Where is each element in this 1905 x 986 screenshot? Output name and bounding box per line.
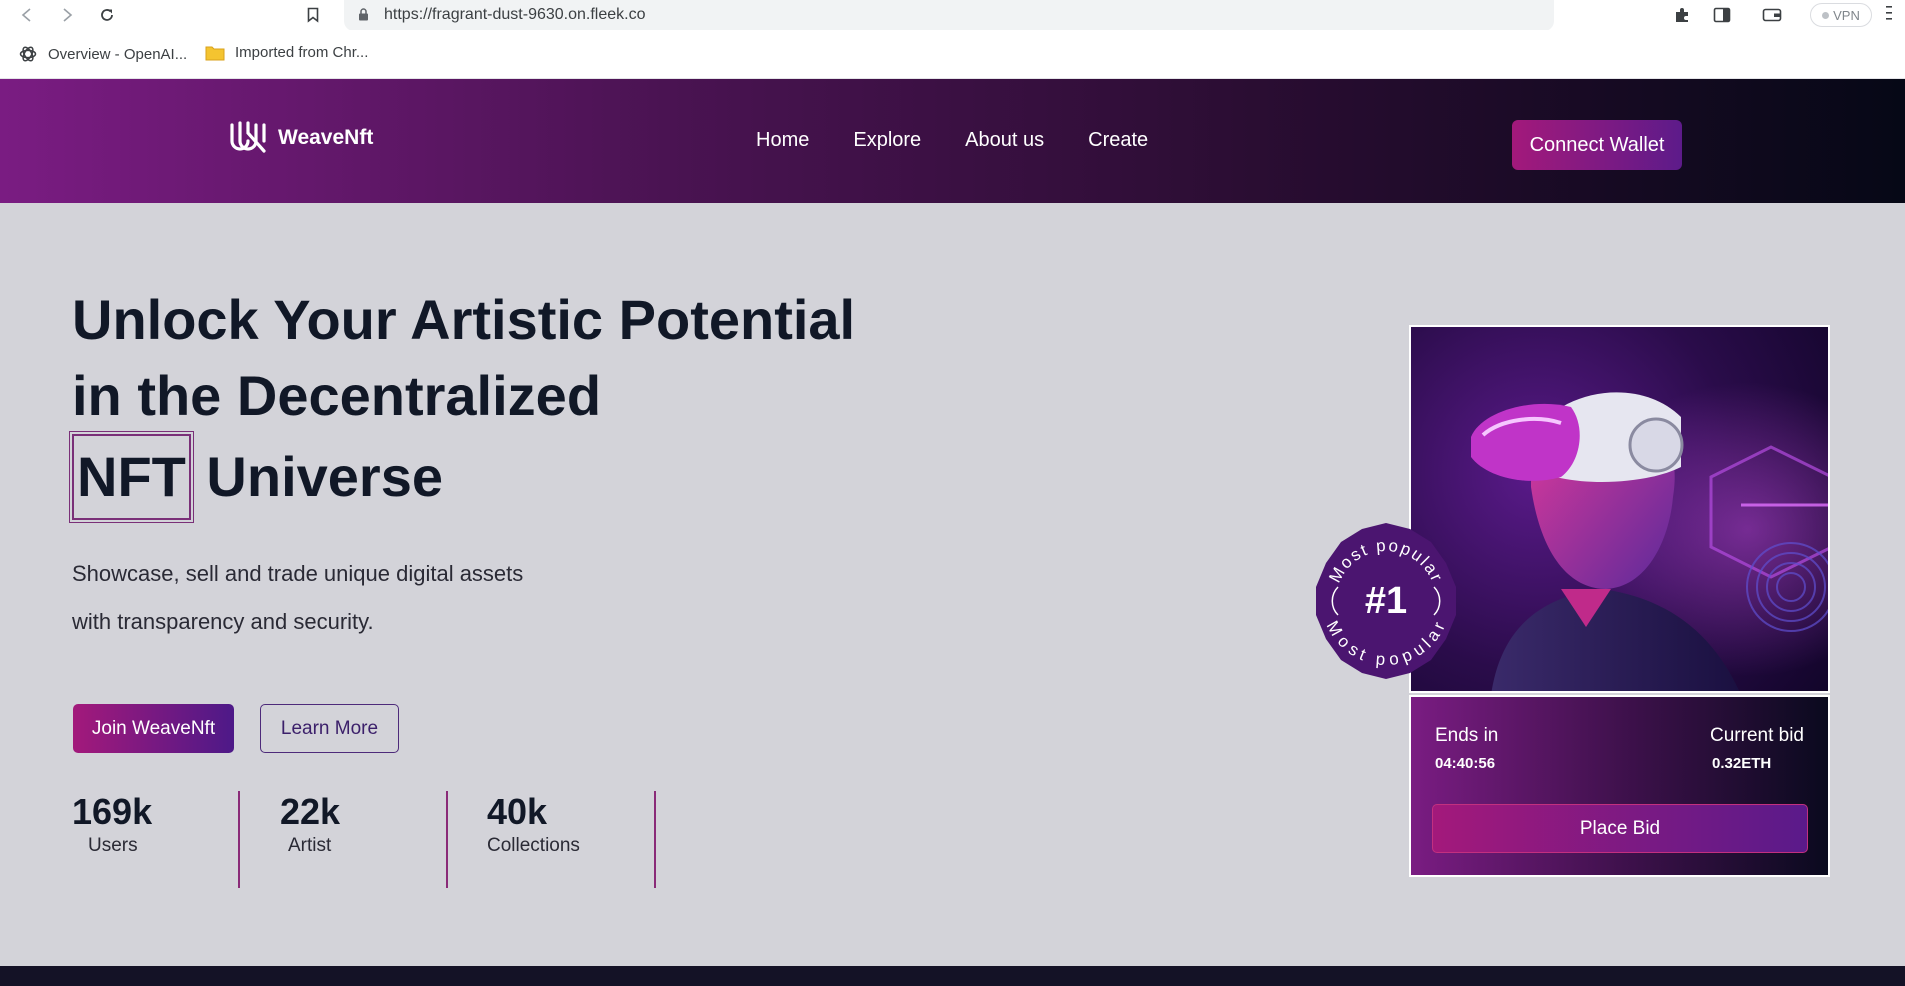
stat-users: 169k Users: [72, 790, 152, 887]
site-header: WeaveNft Home Explore About us Create Co…: [0, 79, 1905, 203]
stat-divider: [446, 791, 448, 888]
nav-explore[interactable]: Explore: [853, 129, 921, 152]
stat-divider: [238, 791, 240, 888]
address-bar[interactable]: https://fragrant-dust-9630.on.fleek.co: [344, 0, 1554, 31]
hero-title-end: Universe: [206, 445, 443, 508]
stat-value: 169k: [72, 791, 153, 832]
bookmark-icon[interactable]: [302, 4, 324, 26]
brand-name: WeaveNft: [278, 126, 374, 149]
most-popular-badge: Most popular Most popular #1: [1306, 521, 1466, 681]
bookmark-label: Imported from Chr...: [235, 44, 369, 61]
bookmarks-bar: Overview - OpenAI... Imported from Chr..…: [0, 30, 1905, 79]
stat-label: Users: [88, 835, 138, 856]
nav-create[interactable]: Create: [1088, 129, 1148, 152]
stat-value: 22k: [280, 791, 341, 832]
vpn-label: VPN: [1833, 7, 1860, 23]
browser-toolbar: https://fragrant-dust-9630.on.fleek.co V…: [0, 0, 1905, 31]
hero-subtitle-line2: with transparency and security.: [72, 609, 374, 634]
main-nav: Home Explore About us Create: [756, 129, 1148, 152]
learn-more-button[interactable]: Learn More: [260, 704, 399, 753]
current-bid-value: 0.32ETH: [1712, 755, 1772, 772]
bookmark-openai[interactable]: Overview - OpenAI...: [18, 44, 187, 64]
bookmark-imported[interactable]: Imported from Chr...: [205, 44, 368, 61]
side-panel-icon[interactable]: [1711, 4, 1733, 26]
hero-subtitle-line1: Showcase, sell and trade unique digital …: [72, 561, 524, 586]
place-bid-button[interactable]: Place Bid: [1432, 804, 1808, 853]
forward-icon[interactable]: [56, 4, 78, 26]
reload-icon[interactable]: [96, 4, 118, 26]
stat-artist: 22k Artist: [280, 790, 340, 887]
badge-rank: #1: [1364, 579, 1408, 622]
stat-divider: [654, 791, 656, 888]
stat-collections: 40k Collections: [487, 790, 580, 887]
weave-logo-icon: [230, 121, 266, 153]
connect-wallet-button[interactable]: Connect Wallet: [1512, 120, 1682, 170]
bookmark-label: Overview - OpenAI...: [48, 45, 188, 63]
vpn-status-dot: [1822, 11, 1830, 19]
back-icon[interactable]: [16, 4, 38, 26]
ends-in-label: Ends in: [1435, 725, 1499, 746]
nft-artwork-image[interactable]: [1409, 325, 1830, 693]
hero-title: Unlock Your Artistic Potential in the De…: [69, 282, 892, 523]
stat-label: Artist: [288, 835, 332, 856]
vpn-button[interactable]: VPN: [1810, 3, 1872, 27]
extensions-icon[interactable]: [1671, 4, 1693, 26]
hero-title-line1: Unlock Your Artistic Potential: [72, 288, 856, 351]
url-text: https://fragrant-dust-9630.on.fleek.co: [384, 6, 646, 23]
stat-value: 40k: [487, 791, 548, 832]
join-button[interactable]: Join WeaveNft: [73, 704, 234, 753]
auction-info-card: Ends in 04:40:56 Current bid 0.32ETH Pla…: [1409, 695, 1830, 877]
menu-icon[interactable]: [1886, 4, 1892, 27]
hero-title-highlight: NFT: [69, 431, 194, 523]
brand-logo[interactable]: WeaveNft: [228, 119, 373, 157]
lock-icon: [359, 8, 368, 21]
current-bid-label: Current bid: [1710, 725, 1804, 746]
next-section-edge: [0, 966, 1905, 986]
hero-title-line2: in the Decentralized: [72, 364, 602, 427]
countdown-value: 04:40:56: [1435, 755, 1496, 772]
folder-icon: [205, 46, 225, 60]
nav-about[interactable]: About us: [965, 129, 1044, 152]
vr-person-illustration: [1411, 327, 1828, 691]
wallet-icon[interactable]: [1761, 4, 1783, 26]
hero-subtitle: Showcase, sell and trade unique digital …: [72, 550, 632, 646]
nav-home[interactable]: Home: [756, 129, 809, 152]
openai-icon: [19, 46, 37, 62]
stat-label: Collections: [487, 835, 580, 856]
